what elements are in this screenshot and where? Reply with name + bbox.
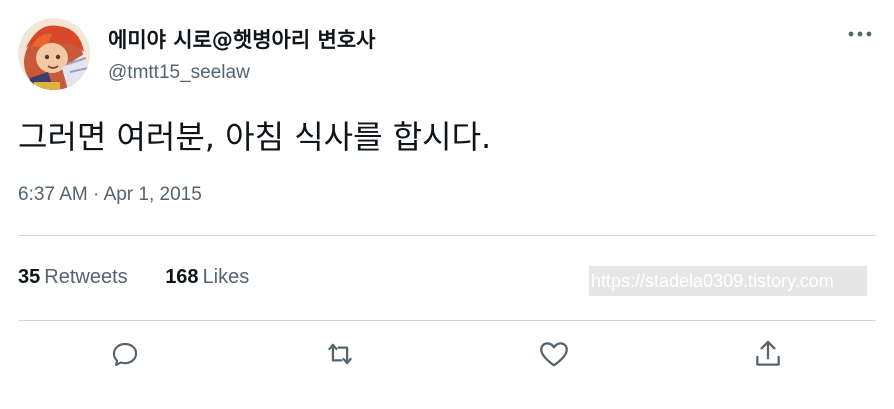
likes-stat[interactable]: 168 Likes	[165, 266, 249, 289]
reply-icon	[112, 342, 138, 366]
divider	[18, 320, 876, 321]
retweets-count: 35	[18, 266, 41, 288]
retweets-stat[interactable]: 35 Retweets	[18, 266, 128, 289]
heart-icon	[540, 342, 568, 367]
retweet-icon	[328, 343, 352, 365]
retweet-button[interactable]	[322, 336, 358, 372]
more-horizontal-icon	[848, 31, 872, 37]
tweet-stats: 35 Retweets 168 Likes	[18, 266, 281, 289]
tweet-time[interactable]: 6:37 AM	[18, 184, 88, 205]
likes-count: 168	[165, 266, 199, 288]
likes-label: Likes	[202, 266, 250, 288]
tweet-date[interactable]: Apr 1, 2015	[104, 184, 202, 205]
share-icon	[756, 340, 780, 366]
display-name[interactable]: 에미야 시로@햇병아리 변호사	[108, 24, 375, 54]
watermark: https://stadela0309.tistory.com	[589, 266, 867, 296]
share-button[interactable]	[750, 336, 786, 372]
user-handle[interactable]: @tmtt15_seelaw	[108, 62, 250, 84]
watermark-text: https://stadela0309.tistory.com	[591, 271, 834, 291]
tweet-text: 그러면 여러분, 아침 식사를 합시다.	[18, 118, 492, 156]
timestamp-separator: ·	[93, 184, 100, 205]
more-options-button[interactable]	[844, 24, 878, 44]
retweets-label: Retweets	[44, 266, 128, 288]
reply-button[interactable]	[107, 336, 143, 372]
avatar-image	[18, 18, 90, 90]
timestamp: 6:37 AM · Apr 1, 2015	[18, 184, 202, 206]
divider	[18, 235, 876, 236]
like-button[interactable]	[536, 336, 572, 372]
avatar[interactable]	[18, 18, 90, 90]
